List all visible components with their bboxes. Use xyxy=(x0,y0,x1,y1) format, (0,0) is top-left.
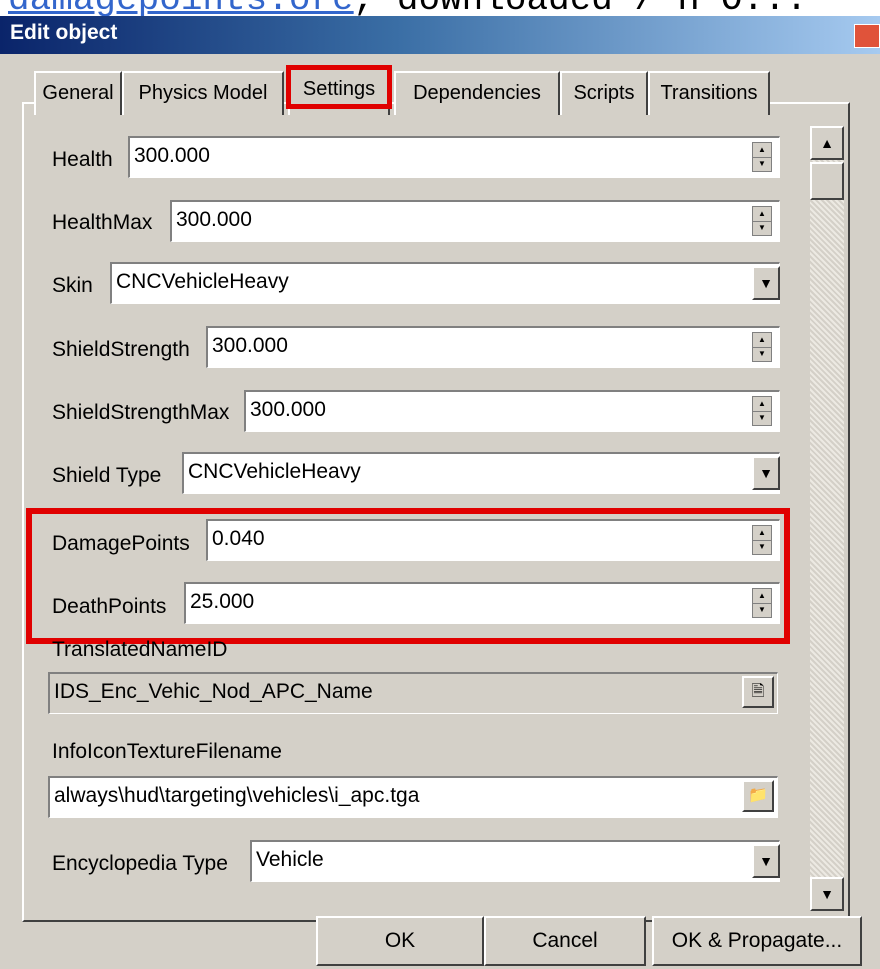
healthmax-input[interactable]: 300.000 xyxy=(170,200,780,242)
skin-dropdown-button[interactable]: ▼ xyxy=(752,266,780,300)
folder-icon: 📁 xyxy=(748,787,768,804)
skin-label: Skin xyxy=(52,274,93,297)
chevron-down-icon: ▼ xyxy=(759,853,773,869)
tab-dependencies[interactable]: Dependencies xyxy=(394,71,560,115)
health-spinner[interactable]: ▲ ▼ xyxy=(752,142,772,172)
tab-scripts-label: Scripts xyxy=(573,82,635,104)
damagepoints-label: DamagePoints xyxy=(52,532,190,555)
cancel-button[interactable]: Cancel xyxy=(484,916,646,966)
arrow-down-icon: ▼ xyxy=(820,886,834,902)
spinner-down-icon[interactable]: ▼ xyxy=(753,221,771,235)
skin-dropdown[interactable]: CNCVehicleHeavy xyxy=(110,262,780,304)
tab-physics-model-label: Physics Model xyxy=(138,82,268,104)
encyclopediatype-dropdown-button[interactable]: ▼ xyxy=(752,844,780,878)
translatednameid-label: TranslatedNameID xyxy=(52,638,228,661)
shieldstrengthmax-spinner[interactable]: ▲ ▼ xyxy=(752,396,772,426)
tab-settings-label: Settings xyxy=(302,78,376,100)
vertical-scrollbar[interactable]: ▲ ▼ xyxy=(810,126,844,911)
health-label: Health xyxy=(52,148,113,171)
shieldtype-label: Shield Type xyxy=(52,464,162,487)
spinner-down-icon[interactable]: ▼ xyxy=(753,540,771,554)
ok-button[interactable]: OK xyxy=(316,916,484,966)
scroll-up-button[interactable]: ▲ xyxy=(810,126,844,160)
tab-scripts[interactable]: Scripts xyxy=(560,71,648,115)
infoicontexture-input[interactable]: always\hud\targeting\vehicles\i_apc.tga xyxy=(48,776,778,818)
spinner-down-icon[interactable]: ▼ xyxy=(753,411,771,425)
tab-transitions-label: Transitions xyxy=(660,82,758,104)
infoicontexture-label: InfoIconTextureFilename xyxy=(52,740,282,763)
health-input[interactable]: 300.000 xyxy=(128,136,780,178)
shieldstrength-label: ShieldStrength xyxy=(52,338,190,361)
chevron-down-icon: ▼ xyxy=(759,275,773,291)
shieldtype-dropdown-button[interactable]: ▼ xyxy=(752,456,780,490)
scroll-thumb[interactable] xyxy=(810,162,844,200)
shieldtype-dropdown[interactable]: CNCVehicleHeavy xyxy=(182,452,780,494)
encyclopediatype-label: Encyclopedia Type xyxy=(52,852,228,875)
spinner-up-icon[interactable]: ▲ xyxy=(753,589,771,604)
translatednameid-field[interactable]: IDS_Enc_Vehic_Nod_APC_Name xyxy=(48,672,778,714)
tab-transitions[interactable]: Transitions xyxy=(648,71,770,115)
healthmax-label: HealthMax xyxy=(52,211,153,234)
shieldstrengthmax-label: ShieldStrengthMax xyxy=(52,401,230,424)
spinner-up-icon[interactable]: ▲ xyxy=(753,397,771,412)
healthmax-spinner[interactable]: ▲ ▼ xyxy=(752,206,772,236)
tab-general-label: General xyxy=(42,82,114,104)
spinner-down-icon[interactable]: ▼ xyxy=(753,603,771,617)
translatednameid-lookup-button[interactable]: 🗎 xyxy=(742,676,774,708)
spinner-up-icon[interactable]: ▲ xyxy=(753,526,771,541)
damagepoints-input[interactable]: 0.040 xyxy=(206,519,780,561)
close-button[interactable] xyxy=(854,24,880,48)
note-icon: 🗎 xyxy=(751,683,765,700)
spinner-down-icon[interactable]: ▼ xyxy=(753,347,771,361)
deathpoints-spinner[interactable]: ▲ ▼ xyxy=(752,588,772,618)
window-title: Edit object xyxy=(10,21,118,44)
edit-object-dialog: Edit object General Physics Model Settin… xyxy=(0,16,880,969)
shieldstrengthmax-input[interactable]: 300.000 xyxy=(244,390,780,432)
title-bar[interactable]: Edit object xyxy=(0,16,880,54)
spinner-up-icon[interactable]: ▲ xyxy=(753,207,771,222)
encyclopediatype-dropdown[interactable]: Vehicle xyxy=(250,840,780,882)
chevron-down-icon: ▼ xyxy=(759,465,773,481)
deathpoints-input[interactable]: 25.000 xyxy=(184,582,780,624)
scroll-down-button[interactable]: ▼ xyxy=(810,877,844,911)
tab-dependencies-label: Dependencies xyxy=(413,82,541,104)
spinner-down-icon[interactable]: ▼ xyxy=(753,157,771,171)
shieldstrength-spinner[interactable]: ▲ ▼ xyxy=(752,332,772,362)
spinner-up-icon[interactable]: ▲ xyxy=(753,143,771,158)
infoicontexture-browse-button[interactable]: 📁 xyxy=(742,780,774,812)
tab-general[interactable]: General xyxy=(34,71,122,115)
damagepoints-spinner[interactable]: ▲ ▼ xyxy=(752,525,772,555)
shieldstrength-input[interactable]: 300.000 xyxy=(206,326,780,368)
arrow-up-icon: ▲ xyxy=(820,135,834,151)
tab-settings[interactable]: Settings xyxy=(286,65,392,115)
deathpoints-label: DeathPoints xyxy=(52,595,167,618)
tab-physics-model[interactable]: Physics Model xyxy=(122,71,284,115)
spinner-up-icon[interactable]: ▲ xyxy=(753,333,771,348)
ok-propagate-button[interactable]: OK & Propagate... xyxy=(652,916,862,966)
